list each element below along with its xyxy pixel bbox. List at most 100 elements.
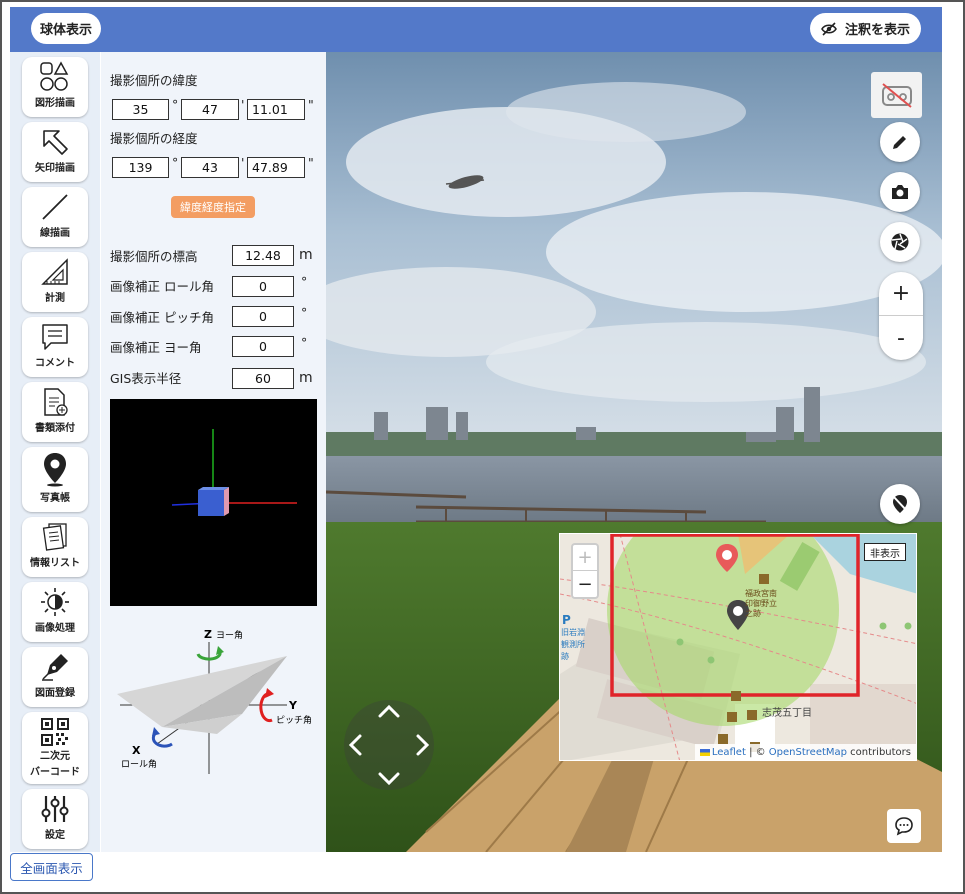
second-symbol: " [308,155,314,170]
aperture-button[interactable] [880,222,920,262]
sidebar-item-label: 画像処理 [35,623,75,634]
aperture-icon [891,233,909,251]
roll-label: 画像補正 ロール角 [110,279,214,294]
yaw-label: 画像補正 ヨー角 [110,340,202,355]
gis-radius-unit: m [299,370,313,386]
navigation-pad[interactable] [344,700,434,790]
minute-symbol: ' [241,155,245,170]
minimap-hide-button[interactable]: 非表示 [864,543,906,561]
yaw-input[interactable]: 0 [232,336,294,357]
pitch-unit: ° [301,305,308,320]
nav-arrows-icon [348,704,430,786]
minute-symbol: ' [241,97,245,112]
sidebar-item-label: 矢印描画 [35,163,75,174]
sidebar-item-label: 二次元 バーコード [30,751,80,778]
map-street-label: 志茂五丁目 [762,708,812,719]
shapes-icon [40,61,69,91]
sidebar-item-label: 情報リスト [30,558,80,569]
longitude-seconds-input[interactable]: 47.89 [247,157,305,178]
second-symbol: " [308,97,314,112]
sidebar-item-label: 書類添付 [35,423,75,434]
roll-axis-label: ロール角 [121,758,157,770]
map-parking-label: P [562,613,571,627]
map-attribution: Leaflet | © OpenStreetMap contributors [694,744,916,760]
sidebar-item-line-draw[interactable]: 線描画 [22,187,88,247]
sphere-view-button[interactable]: 球体表示 [31,13,101,44]
sidebar-item-label: 図形描画 [35,98,75,109]
pitch-label: 画像補正 ピッチ角 [110,310,214,325]
sidebar-item-attach-document[interactable]: 書類添付 [22,382,88,442]
latitude-label: 撮影個所の緯度 [110,73,198,88]
vr-headset-off-icon [881,83,912,108]
sidebar-item-label: 写真帳 [40,493,70,504]
fullscreen-button[interactable]: 全画面表示 [10,853,93,881]
sidebar-item-label: コメント [35,358,75,369]
osm-link[interactable]: OpenStreetMap [769,747,847,758]
location-off-icon [892,495,908,513]
leaflet-link[interactable]: Leaflet [712,747,746,758]
yaw-unit: ° [301,335,308,350]
latitude-seconds-input[interactable]: 11.01 [247,99,305,120]
minimap-zoom-out-button[interactable]: − [573,571,597,597]
sidebar-item-photo-album[interactable]: 写真帳 [22,447,88,512]
map-poi-label: 福政宮南 印御野立 之跡 [745,589,777,618]
axis-preview-3d [110,399,317,606]
map-pin-icon [44,453,66,487]
degree-symbol: ° [172,97,179,112]
rotation-axes-diagram: Z ヨー角 Y ピッチ角 X ロール角 [117,628,312,774]
sidebar-item-label: 計測 [45,293,65,304]
viewer-zoom-control: + - [879,272,923,360]
sidebar-item-measure[interactable]: 計測 [22,252,88,312]
longitude-minutes-input[interactable]: 43 [181,157,239,178]
minimap[interactable]: + − 非表示 福政宮南 印御野立 之跡 志茂五丁目 旧岩淵 観測所 跡 P L… [559,533,917,761]
top-bar: 球体表示 注釈を表示 [10,7,942,52]
edit-button[interactable] [880,122,920,162]
vr-toggle-button[interactable] [871,72,922,118]
chat-bubble-icon [895,817,913,836]
info-list-icon [42,523,67,551]
pitch-input[interactable]: 0 [232,306,294,327]
sidebar-item-settings[interactable]: 設定 [22,789,88,849]
brightness-icon [41,588,69,616]
sidebar-item-label: 線描画 [40,228,70,239]
viewer-zoom-out-button[interactable]: - [879,316,923,360]
attribution-tail: contributors [847,746,911,758]
sidebar-item-arrow-draw[interactable]: 矢印描画 [22,122,88,182]
chat-button[interactable] [887,809,921,843]
pencil-icon [893,136,906,149]
show-annotation-label: 注釈を表示 [844,23,910,38]
latitude-degrees-input[interactable]: 35 [112,99,169,120]
degree-symbol: ° [172,155,179,170]
location-off-button[interactable] [880,484,920,524]
arrow-icon [43,130,68,155]
sidebar-item-qr-code[interactable]: 二次元 バーコード [22,712,88,784]
comment-icon [42,324,68,350]
pen-nib-icon [42,654,68,681]
line-icon [42,194,68,220]
yaw-axis-label: ヨー角 [216,629,243,641]
tool-sidebar: 図形描画 矢印描画 線描画 計測 コメント 書類添付 写真帳 情報リスト 画像処… [10,52,100,852]
roll-input[interactable]: 0 [232,276,294,297]
document-add-icon [44,388,68,416]
gis-radius-label: GIS表示半径 [110,371,182,386]
viewer-zoom-in-button[interactable]: + [879,272,923,316]
longitude-seconds-value: 47.89 [252,160,288,175]
set-latlon-button[interactable]: 緯度経度指定 [171,196,255,218]
longitude-degrees-input[interactable]: 139 [112,157,169,178]
sidebar-item-info-list[interactable]: 情報リスト [22,517,88,577]
capture-button[interactable] [880,172,920,212]
latitude-minutes-input[interactable]: 47 [181,99,239,120]
elevation-input[interactable]: 12.48 [232,245,294,266]
sidebar-item-drawing-register[interactable]: 図面登録 [22,647,88,707]
attribution-separator: | © [745,746,769,758]
show-annotation-button[interactable]: 注釈を表示 [810,13,921,44]
longitude-label: 撮影個所の経度 [110,131,198,146]
minimap-zoom-control: + − [571,543,599,599]
x-axis-label: X [132,744,141,757]
sidebar-item-image-processing[interactable]: 画像処理 [22,582,88,642]
sidebar-item-shape-draw[interactable]: 図形描画 [22,57,88,117]
gis-radius-input[interactable]: 60 [232,368,294,389]
sidebar-item-comment[interactable]: コメント [22,317,88,377]
minimap-zoom-in-button[interactable]: + [573,545,597,571]
pitch-axis-label: ピッチ角 [276,714,312,726]
